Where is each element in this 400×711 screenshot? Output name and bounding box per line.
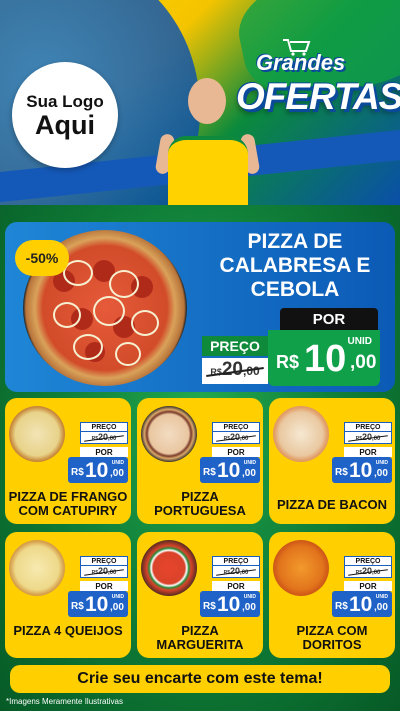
new-price-int: 10: [304, 338, 347, 380]
new-price: UNID R$ 10,00: [200, 591, 260, 617]
pizza-image: [9, 540, 65, 596]
featured-name-line: CEBOLA: [250, 277, 340, 301]
onion-ring: [73, 334, 103, 360]
por-label: POR: [212, 581, 260, 591]
featured-offer: -50% PIZZA DE CALABRESA E CEBOLA POR PRE…: [5, 222, 395, 392]
product-name: PIZZA 4 QUEIJOS: [13, 623, 123, 638]
preco-label: PREÇO: [212, 556, 260, 566]
product-name: PIZZA DE FRANGO COM CATUPIRY: [8, 489, 128, 519]
unit-label: UNID: [375, 460, 388, 466]
new-price: UNID R$ 10,00: [200, 457, 260, 483]
new-price-int: 10: [349, 593, 373, 616]
currency: R$: [71, 467, 84, 478]
logo-placeholder: Sua Logo Aqui: [12, 62, 118, 168]
new-price-int: 10: [217, 593, 241, 616]
title-grandes: Grandes: [256, 50, 346, 75]
logo-line-1: Sua Logo: [26, 91, 104, 111]
old-price: R$20,00: [80, 566, 128, 578]
old-price: R$20,00: [80, 432, 128, 444]
featured-name-line: CALABRESA E: [219, 253, 371, 277]
pizza-image: [141, 540, 197, 596]
por-label: POR: [80, 581, 128, 591]
unit-label: UNID: [111, 594, 124, 600]
old-price: R$20,00: [212, 432, 260, 444]
new-price: UNID R$ 10,00: [68, 457, 128, 483]
preco-label: PREÇO: [212, 422, 260, 432]
pizza-image: [9, 406, 65, 462]
new-price-dec: ,00: [350, 352, 377, 373]
featured-preco-label: PREÇO: [202, 336, 268, 356]
new-price-int: 10: [85, 459, 109, 482]
header-banner: Sua Logo Aqui Grandes OFERTAS: [0, 0, 400, 205]
logo-line-2: Aqui: [35, 109, 95, 140]
product-card: PREÇOR$20,00 POR UNID R$10,00 PIZZA MARGUERI…: [137, 532, 263, 658]
onion-ring: [93, 296, 125, 326]
featured-old-price: R$ 20,00: [202, 358, 268, 384]
new-price-dec: ,00: [242, 602, 256, 613]
new-price-dec: ,00: [110, 602, 124, 613]
new-price: UNID R$ 10,00: [332, 457, 392, 483]
old-price: R$20,00: [344, 432, 392, 444]
product-grid: PREÇOR$20,00PORUNIDR$10,00PIZZA DE FRANG…: [5, 398, 395, 660]
shirt: [168, 136, 248, 205]
new-price-dec: ,00: [374, 602, 388, 613]
currency: R$: [335, 601, 348, 612]
product-name: PIZZA PORTUGUESA: [154, 489, 246, 519]
product-card: PREÇOR$20,00 POR UNID R$10,00 PIZZA DE BACON: [269, 398, 395, 524]
onion-ring: [109, 270, 139, 298]
por-label: POR: [344, 447, 392, 457]
product-card: PREÇOR$20,00 POR UNID R$10,00 PIZZA 4 QUEIJO…: [5, 532, 131, 658]
onion-ring: [131, 310, 159, 336]
por-label: POR: [80, 447, 128, 457]
preco-label: PREÇO: [344, 422, 392, 432]
old-price: R$20,00: [212, 566, 260, 578]
preco-label: PREÇO: [80, 422, 128, 432]
promo-title: Grandes OFERTAS: [236, 39, 400, 126]
product-card: PREÇOR$20,00 POR UNID R$10,00 PIZZA COM DORI…: [269, 532, 395, 658]
head: [188, 78, 226, 124]
unit-label: UNID: [375, 594, 388, 600]
disclaimer: *Imagens Meramente Ilustrativas: [6, 697, 123, 706]
product-card: PREÇOR$20,00 POR UNID R$10,00 PIZZA DE FRANG…: [5, 398, 131, 524]
onion-ring: [115, 342, 141, 366]
old-price: R$20,00: [344, 566, 392, 578]
product-name: PIZZA MARGUERITA: [156, 623, 244, 653]
pizza-image: [273, 540, 329, 596]
unit-label: UNID: [111, 460, 124, 466]
preco-label: PREÇO: [80, 556, 128, 566]
new-price-dec: ,00: [242, 468, 256, 479]
featured-name-line: PIZZA DE: [247, 230, 343, 253]
product-card: PREÇOR$20,00 POR UNID R$10,00 PIZZA PORTUGUE…: [137, 398, 263, 524]
title-ofertas: OFERTAS: [236, 76, 400, 117]
new-price: UNID R$ 10,00: [332, 591, 392, 617]
unit-label: UNID: [347, 336, 372, 347]
currency: R$: [335, 467, 348, 478]
unit-label: UNID: [243, 594, 256, 600]
unit-label: UNID: [243, 460, 256, 466]
featured-por-label: POR: [280, 308, 378, 330]
onion-ring: [53, 302, 81, 328]
currency: R$: [71, 601, 84, 612]
new-price-dec: ,00: [110, 468, 124, 479]
pizza-image: [141, 406, 197, 462]
new-price-int: 10: [349, 459, 373, 482]
new-price: UNID R$ 10,00: [68, 591, 128, 617]
currency: R$: [276, 352, 300, 372]
pizza-image: [273, 406, 329, 462]
flyer: Sua Logo Aqui Grandes OFERTAS -50% PIZZA…: [0, 0, 400, 711]
currency: R$: [203, 467, 216, 478]
product-name: PIZZA COM DORITOS: [296, 623, 368, 653]
cta-banner[interactable]: Crie seu encarte com este tema!: [10, 665, 390, 693]
por-label: POR: [344, 581, 392, 591]
new-price-int: 10: [217, 459, 241, 482]
new-price-int: 10: [85, 593, 109, 616]
por-label: POR: [212, 447, 260, 457]
currency: R$: [203, 601, 216, 612]
new-price-dec: ,00: [374, 468, 388, 479]
product-name: PIZZA DE BACON: [276, 497, 388, 512]
preco-label: PREÇO: [344, 556, 392, 566]
featured-new-price: UNID R$ 10 ,00: [268, 330, 380, 386]
featured-product-name: PIZZA DE CALABRESA E CEBOLA: [195, 230, 395, 302]
discount-badge: -50%: [15, 240, 69, 276]
